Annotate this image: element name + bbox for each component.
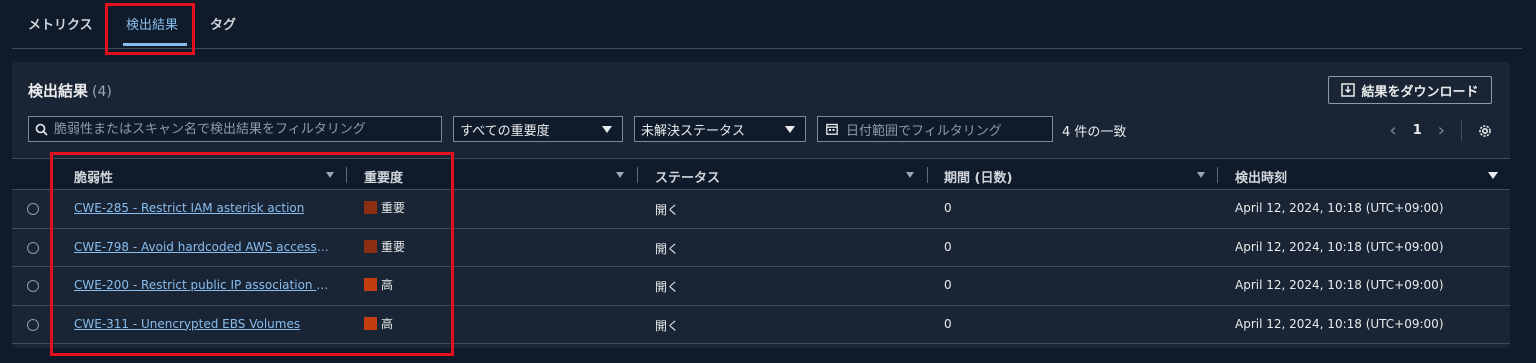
next-page-icon[interactable]: › xyxy=(1438,120,1445,141)
detected-time-cell: April 12, 2024, 10:18 (UTC+09:00) xyxy=(1235,239,1444,254)
severity-indicator xyxy=(364,316,377,330)
download-results-button[interactable]: 結果をダウンロード xyxy=(1328,76,1492,104)
sort-icon[interactable] xyxy=(1488,172,1498,179)
search-input[interactable] xyxy=(54,121,434,137)
severity-indicator xyxy=(364,239,377,253)
column-divider xyxy=(346,167,347,183)
active-tab-indicator xyxy=(123,43,187,46)
date-range-filter[interactable]: 日付範囲でフィルタリング xyxy=(817,116,1053,142)
chevron-down-icon xyxy=(785,126,795,133)
finding-link[interactable]: CWE-200 - Restrict public IP association… xyxy=(74,278,332,292)
table-row: CWE-200 - Restrict public IP association… xyxy=(12,267,1510,306)
table-row: CWE-311 - Unencrypted EBS Volumes 高 開く 0… xyxy=(12,305,1510,344)
sort-icon[interactable] xyxy=(1197,172,1205,178)
severity-cell: 高 xyxy=(364,315,393,332)
calendar-icon xyxy=(826,123,838,135)
detected-time-cell: April 12, 2024, 10:18 (UTC+09:00) xyxy=(1235,201,1444,215)
severity-select[interactable]: すべての重要度 xyxy=(453,116,623,142)
panel-title: 検出結果 (4) xyxy=(28,82,112,100)
column-header-detected[interactable]: 検出時刻 xyxy=(1235,167,1287,186)
current-page[interactable]: 1 xyxy=(1413,123,1422,138)
severity-select-value: すべての重要度 xyxy=(460,123,550,139)
severity-indicator xyxy=(364,278,377,291)
status-cell: 開く xyxy=(655,318,680,333)
finding-link[interactable]: CWE-798 - Avoid hardcoded AWS access key… xyxy=(74,240,332,254)
tab-bar: メトリクス 検出結果 タグ xyxy=(12,0,1522,49)
status-cell: 開く xyxy=(655,203,680,217)
sort-icon[interactable] xyxy=(616,172,624,178)
status-cell: 開く xyxy=(655,241,680,256)
tab-tags[interactable]: タグ xyxy=(210,14,236,33)
status-cell: 開く xyxy=(655,280,680,294)
chevron-down-icon xyxy=(602,126,612,133)
search-field[interactable] xyxy=(28,116,442,142)
period-cell: 0 xyxy=(944,239,952,254)
column-header-vulnerability[interactable]: 脆弱性 xyxy=(74,167,113,186)
download-label: 結果をダウンロード xyxy=(1361,84,1479,100)
gear-icon[interactable] xyxy=(1478,124,1492,138)
match-count: 4 件の一致 xyxy=(1062,125,1127,140)
period-cell: 0 xyxy=(944,278,952,292)
column-divider xyxy=(927,167,928,183)
table-row: CWE-798 - Avoid hardcoded AWS access key… xyxy=(12,228,1510,267)
column-header-status[interactable]: ステータス xyxy=(655,167,720,186)
table-header: 脆弱性 重要度 ステータス 期間 (日数) 検出時刻 xyxy=(12,158,1510,190)
status-select[interactable]: 未解決ステータス xyxy=(634,116,806,142)
table-row: CWE-285 - Restrict IAM asterisk action 重… xyxy=(12,190,1510,229)
row-select-radio[interactable] xyxy=(27,280,39,292)
findings-table: 脆弱性 重要度 ステータス 期間 (日数) 検出時刻 CWE-285 - Res… xyxy=(12,158,1510,344)
findings-count: (4) xyxy=(92,84,112,100)
period-cell: 0 xyxy=(944,316,952,331)
finding-link[interactable]: CWE-311 - Unencrypted EBS Volumes xyxy=(74,317,300,331)
column-header-severity[interactable]: 重要度 xyxy=(364,167,403,186)
row-select-radio[interactable] xyxy=(27,241,39,254)
detected-time-cell: April 12, 2024, 10:18 (UTC+09:00) xyxy=(1235,316,1444,331)
sort-icon[interactable] xyxy=(906,172,914,178)
pager-divider xyxy=(1461,120,1462,141)
row-select-radio[interactable] xyxy=(27,203,39,215)
severity-indicator xyxy=(364,201,377,214)
row-select-radio[interactable] xyxy=(27,318,39,331)
search-icon xyxy=(35,123,48,136)
column-divider xyxy=(1217,167,1218,183)
date-range-placeholder: 日付範囲でフィルタリング xyxy=(846,123,1002,139)
status-select-value: 未解決ステータス xyxy=(641,123,746,139)
pagination: ‹ 1 › xyxy=(1390,120,1492,141)
column-divider xyxy=(637,167,638,183)
severity-cell: 高 xyxy=(364,276,393,293)
detected-time-cell: April 12, 2024, 10:18 (UTC+09:00) xyxy=(1235,278,1444,292)
period-cell: 0 xyxy=(944,201,952,215)
severity-cell: 重要 xyxy=(364,199,405,216)
download-icon xyxy=(1341,83,1356,97)
column-header-period[interactable]: 期間 (日数) xyxy=(944,167,1012,186)
prev-page-icon[interactable]: ‹ xyxy=(1390,120,1397,141)
finding-link[interactable]: CWE-285 - Restrict IAM asterisk action xyxy=(74,201,304,215)
severity-cell: 重要 xyxy=(364,238,405,255)
sort-icon[interactable] xyxy=(326,172,334,178)
tab-metrics[interactable]: メトリクス xyxy=(28,14,93,33)
findings-panel: 検出結果(4) 結果をダウンロード すべての重要度 未解決ステータス 日付範囲で… xyxy=(12,62,1510,348)
tab-findings[interactable]: 検出結果 xyxy=(126,14,178,33)
